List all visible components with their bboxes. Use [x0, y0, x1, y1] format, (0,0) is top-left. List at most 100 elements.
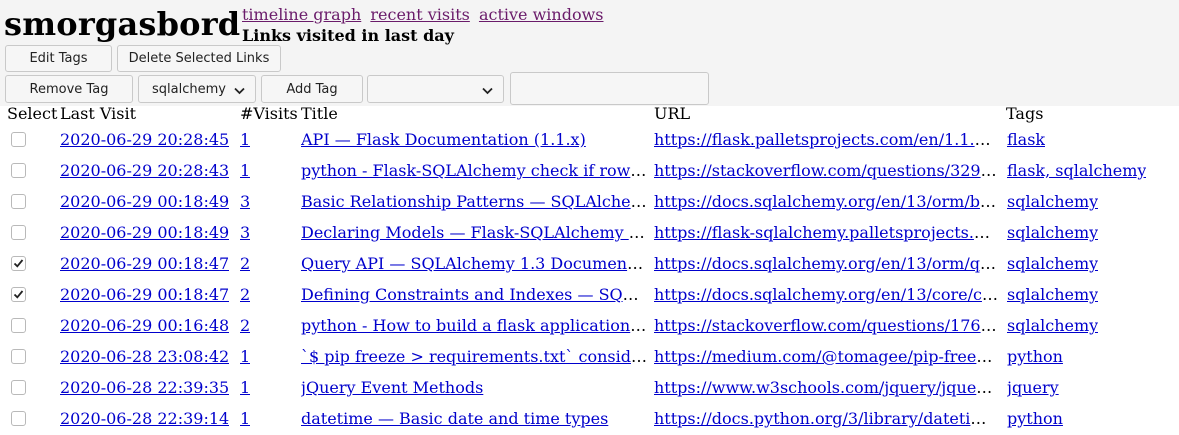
last-visit-cell: 2020-06-29 00:18:49 — [60, 192, 229, 212]
table-row: 2020-06-29 00:16:48 2 python - How to buil… — [0, 311, 1179, 342]
title-link[interactable]: datetime — Basic date and time types — [301, 409, 608, 428]
url-link[interactable]: https://docs.python.org/3/library/dateti… — [654, 409, 998, 428]
url-cell: https://flask.palletsprojects.com/en/1.1… — [654, 130, 998, 150]
tags-cell: sqlalchemy — [1007, 192, 1098, 212]
select-checkbox[interactable] — [11, 132, 26, 147]
visits-cell: 2 — [240, 285, 250, 305]
select-checkbox[interactable] — [11, 194, 26, 209]
select-checkbox[interactable] — [11, 380, 26, 395]
visits-link[interactable]: 3 — [240, 192, 250, 211]
visits-link[interactable]: 1 — [240, 409, 250, 428]
select-checkbox[interactable] — [11, 225, 26, 240]
url-link[interactable]: https://medium.com/@tomagee/pip-freeze-r… — [654, 347, 998, 366]
nav-timeline-graph[interactable]: timeline graph — [242, 5, 361, 24]
visits-link[interactable]: 2 — [240, 285, 250, 304]
tags-link[interactable]: jquery — [1007, 378, 1059, 397]
title-cell: Basic Relationship Patterns — SQLAlchemy… — [301, 192, 649, 212]
tags-cell: flask, sqlalchemy — [1007, 161, 1146, 181]
url-link[interactable]: https://docs.sqlalchemy.org/en/13/orm/ba… — [654, 192, 998, 211]
tags-link[interactable]: sqlalchemy — [1007, 223, 1098, 242]
title-link[interactable]: python - Flask-SQLAlchemy check if row e… — [301, 161, 649, 180]
url-link[interactable]: https://docs.sqlalchemy.org/en/13/orm/qu… — [654, 254, 998, 273]
title-link[interactable]: `$ pip freeze > requirements.txt` consid… — [301, 347, 649, 366]
last-visit-link[interactable]: 2020-06-29 20:28:45 — [60, 130, 229, 149]
tags-cell: python — [1007, 409, 1063, 429]
tags-link[interactable]: flask — [1007, 130, 1045, 149]
visits-link[interactable]: 2 — [240, 316, 250, 335]
title-cell: Declaring Models — Flask-SQLAlchemy Docu… — [301, 223, 649, 243]
title-cell: jQuery Event Methods — [301, 378, 649, 398]
column-header-title: Title — [301, 104, 338, 123]
visits-link[interactable]: 2 — [240, 254, 250, 273]
url-cell: https://stackoverflow.com/questions/1765… — [654, 316, 998, 336]
last-visit-cell: 2020-06-29 00:18:47 — [60, 254, 229, 274]
select-checkbox[interactable] — [11, 163, 26, 178]
title-link[interactable]: Declaring Models — Flask-SQLAlchemy Docu… — [301, 223, 649, 242]
nav-active-windows[interactable]: active windows — [479, 5, 604, 24]
tags-link[interactable]: sqlalchemy — [1007, 254, 1098, 273]
tags-link[interactable]: flask, sqlalchemy — [1007, 161, 1146, 180]
tags-cell: sqlalchemy — [1007, 316, 1098, 336]
remove-tag-button[interactable]: Remove Tag — [5, 75, 133, 103]
last-visit-link[interactable]: 2020-06-29 00:16:48 — [60, 316, 229, 335]
last-visit-link[interactable]: 2020-06-29 00:18:49 — [60, 192, 229, 211]
table-row: 2020-06-29 20:28:45 1 API — Flask Document… — [0, 125, 1179, 156]
url-link[interactable]: https://flask-sqlalchemy.palletsprojects… — [654, 223, 998, 242]
visits-cell: 1 — [240, 161, 250, 181]
title-cell: python - Flask-SQLAlchemy check if row e… — [301, 161, 649, 181]
visits-link[interactable]: 1 — [240, 347, 250, 366]
select-checkbox[interactable] — [11, 411, 26, 426]
last-visit-link[interactable]: 2020-06-28 22:39:35 — [60, 378, 229, 397]
select-checkbox[interactable] — [11, 256, 26, 271]
table-row: 2020-06-29 00:18:49 3 Basic Relationship P… — [0, 187, 1179, 218]
url-cell: https://docs.python.org/3/library/dateti… — [654, 409, 998, 429]
last-visit-cell: 2020-06-28 22:39:35 — [60, 378, 229, 398]
tags-link[interactable]: sqlalchemy — [1007, 192, 1098, 211]
select-checkbox[interactable] — [11, 287, 26, 302]
select-checkbox[interactable] — [11, 318, 26, 333]
title-link[interactable]: Query API — SQLAlchemy 1.3 Documentation — [301, 254, 649, 273]
new-tag-input[interactable] — [510, 72, 709, 105]
tags-link[interactable]: sqlalchemy — [1007, 316, 1098, 335]
last-visit-cell: 2020-06-29 00:18:49 — [60, 223, 229, 243]
title-link[interactable]: Defining Constraints and Indexes — SQLAl… — [301, 285, 649, 304]
last-visit-link[interactable]: 2020-06-29 00:18:49 — [60, 223, 229, 242]
select-checkbox[interactable] — [11, 349, 26, 364]
url-link[interactable]: https://stackoverflow.com/questions/1765… — [654, 316, 998, 335]
last-visit-link[interactable]: 2020-06-29 00:18:47 — [60, 285, 229, 304]
visits-link[interactable]: 1 — [240, 130, 250, 149]
last-visit-link[interactable]: 2020-06-29 00:18:47 — [60, 254, 229, 273]
title-link[interactable]: Basic Relationship Patterns — SQLAlchemy… — [301, 192, 649, 211]
add-tag-button[interactable]: Add Tag — [261, 75, 363, 103]
delete-selected-links-button[interactable]: Delete Selected Links — [117, 45, 281, 72]
url-link[interactable]: https://stackoverflow.com/questions/3293… — [654, 161, 998, 180]
title-link[interactable]: jQuery Event Methods — [301, 378, 483, 397]
title-link[interactable]: API — Flask Documentation (1.1.x) — [301, 130, 586, 149]
table-row: 2020-06-28 22:39:14 1 datetime — Basic dat… — [0, 404, 1179, 435]
edit-tags-button[interactable]: Edit Tags — [5, 45, 112, 72]
nav-recent-visits[interactable]: recent visits — [370, 5, 470, 24]
visits-cell: 1 — [240, 130, 250, 150]
last-visit-link[interactable]: 2020-06-28 23:08:42 — [60, 347, 229, 366]
chevron-down-icon — [482, 84, 493, 99]
add-tag-select[interactable] — [367, 75, 504, 103]
visits-link[interactable]: 1 — [240, 161, 250, 180]
last-visit-link[interactable]: 2020-06-29 20:28:43 — [60, 161, 229, 180]
visits-link[interactable]: 3 — [240, 223, 250, 242]
url-link[interactable]: https://docs.sqlalchemy.org/en/13/core/c… — [654, 285, 998, 304]
visits-cell: 3 — [240, 192, 250, 212]
tag-select[interactable]: sqlalchemy — [138, 75, 256, 103]
url-link[interactable]: https://flask.palletsprojects.com/en/1.1… — [654, 130, 998, 149]
last-visit-cell: 2020-06-29 00:18:47 — [60, 285, 229, 305]
last-visit-cell: 2020-06-28 23:08:42 — [60, 347, 229, 367]
visits-cell: 1 — [240, 409, 250, 429]
tags-link[interactable]: sqlalchemy — [1007, 285, 1098, 304]
url-link[interactable]: https://www.w3schools.com/jquery/jquery_… — [654, 378, 998, 397]
top-bar: smorgasbord timeline graph recent visits… — [0, 0, 1179, 106]
title-cell: `$ pip freeze > requirements.txt` consid… — [301, 347, 649, 367]
last-visit-link[interactable]: 2020-06-28 22:39:14 — [60, 409, 229, 428]
tags-link[interactable]: python — [1007, 347, 1063, 366]
title-link[interactable]: python - How to build a flask applicatio… — [301, 316, 649, 335]
tags-link[interactable]: python — [1007, 409, 1063, 428]
visits-link[interactable]: 1 — [240, 378, 250, 397]
